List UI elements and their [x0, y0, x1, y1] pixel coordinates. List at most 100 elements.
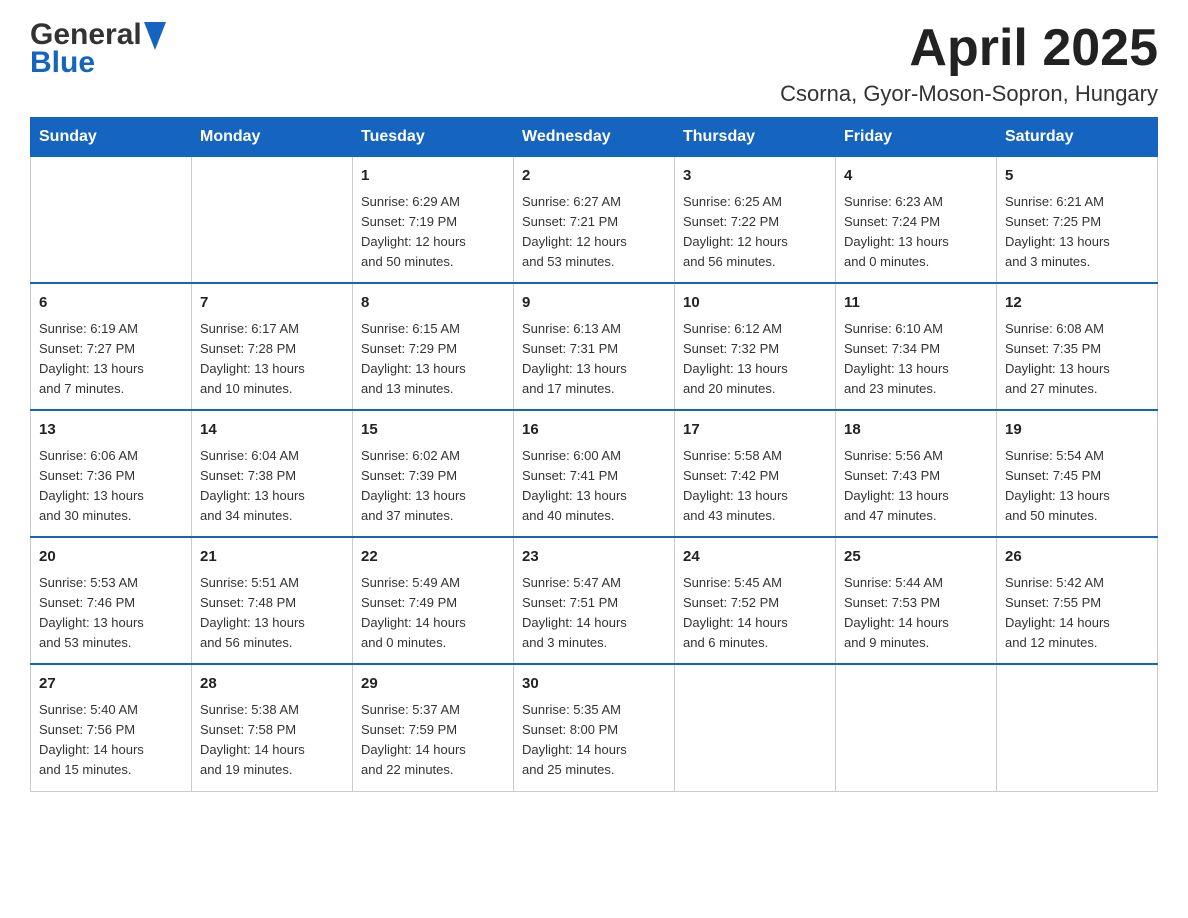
- calendar-cell: 30 Sunrise: 5:35 AM Sunset: 8:00 PM Dayli…: [514, 664, 675, 791]
- day-number: 13: [39, 419, 183, 442]
- day-number: 25: [844, 546, 988, 569]
- calendar-cell: [192, 157, 353, 284]
- calendar-cell: 18 Sunrise: 5:56 AM Sunset: 7:43 PM Dayli…: [836, 410, 997, 537]
- calendar-header-monday: Monday: [192, 118, 353, 157]
- calendar-cell: 22 Sunrise: 5:49 AM Sunset: 7:49 PM Dayli…: [353, 537, 514, 664]
- calendar-cell: 13 Sunrise: 6:06 AM Sunset: 7:36 PM Dayli…: [31, 410, 192, 537]
- day-number: 1: [361, 165, 505, 188]
- calendar-cell: 10 Sunrise: 6:12 AM Sunset: 7:32 PM Dayli…: [675, 283, 836, 410]
- calendar-cell: [31, 157, 192, 284]
- calendar-week-row: 13 Sunrise: 6:06 AM Sunset: 7:36 PM Dayli…: [31, 410, 1158, 537]
- day-info: Sunrise: 6:17 AM Sunset: 7:28 PM Dayligh…: [200, 319, 344, 400]
- day-number: 18: [844, 419, 988, 442]
- day-number: 21: [200, 546, 344, 569]
- calendar-cell: 1 Sunrise: 6:29 AM Sunset: 7:19 PM Daylig…: [353, 157, 514, 284]
- calendar-cell: 29 Sunrise: 5:37 AM Sunset: 7:59 PM Dayli…: [353, 664, 514, 791]
- day-number: 8: [361, 292, 505, 315]
- day-info: Sunrise: 5:56 AM Sunset: 7:43 PM Dayligh…: [844, 446, 988, 527]
- day-number: 9: [522, 292, 666, 315]
- page-title: April 2025: [780, 20, 1158, 77]
- day-number: 30: [522, 673, 666, 696]
- calendar-cell: 16 Sunrise: 6:00 AM Sunset: 7:41 PM Dayli…: [514, 410, 675, 537]
- day-number: 29: [361, 673, 505, 696]
- day-number: 24: [683, 546, 827, 569]
- day-info: Sunrise: 6:27 AM Sunset: 7:21 PM Dayligh…: [522, 192, 666, 273]
- day-number: 14: [200, 419, 344, 442]
- calendar-cell: 5 Sunrise: 6:21 AM Sunset: 7:25 PM Daylig…: [997, 157, 1158, 284]
- day-info: Sunrise: 5:58 AM Sunset: 7:42 PM Dayligh…: [683, 446, 827, 527]
- day-number: 17: [683, 419, 827, 442]
- day-number: 5: [1005, 165, 1149, 188]
- calendar-cell: [997, 664, 1158, 791]
- calendar-week-row: 1 Sunrise: 6:29 AM Sunset: 7:19 PM Daylig…: [31, 157, 1158, 284]
- calendar-cell: 20Sunrise: 5:53 AM Sunset: 7:46 PM Dayli…: [31, 537, 192, 664]
- day-number: 19: [1005, 419, 1149, 442]
- calendar-cell: [675, 664, 836, 791]
- day-number: 22: [361, 546, 505, 569]
- calendar-cell: [836, 664, 997, 791]
- calendar-cell: 15Sunrise: 6:02 AM Sunset: 7:39 PM Dayli…: [353, 410, 514, 537]
- day-info: Sunrise: 6:25 AM Sunset: 7:22 PM Dayligh…: [683, 192, 827, 273]
- day-number: 16: [522, 419, 666, 442]
- day-number: 12: [1005, 292, 1149, 315]
- calendar-header-wednesday: Wednesday: [514, 118, 675, 157]
- day-info: Sunrise: 6:00 AM Sunset: 7:41 PM Dayligh…: [522, 446, 666, 527]
- title-block: April 2025 Csorna, Gyor-Moson-Sopron, Hu…: [780, 20, 1158, 107]
- day-number: 11: [844, 292, 988, 315]
- day-number: 26: [1005, 546, 1149, 569]
- calendar-table: SundayMondayTuesdayWednesdayThursdayFrid…: [30, 117, 1158, 791]
- calendar-header-saturday: Saturday: [997, 118, 1158, 157]
- calendar-cell: 3 Sunrise: 6:25 AM Sunset: 7:22 PM Daylig…: [675, 157, 836, 284]
- day-number: 15: [361, 419, 505, 442]
- day-info: Sunrise: 6:12 AM Sunset: 7:32 PM Dayligh…: [683, 319, 827, 400]
- day-info: Sunrise: 5:51 AM Sunset: 7:48 PM Dayligh…: [200, 573, 344, 654]
- day-info: Sunrise: 6:15 AM Sunset: 7:29 PM Dayligh…: [361, 319, 505, 400]
- calendar-week-row: 6 Sunrise: 6:19 AM Sunset: 7:27 PM Daylig…: [31, 283, 1158, 410]
- calendar-header-row: SundayMondayTuesdayWednesdayThursdayFrid…: [31, 118, 1158, 157]
- day-info: Sunrise: 6:10 AM Sunset: 7:34 PM Dayligh…: [844, 319, 988, 400]
- calendar-cell: 7 Sunrise: 6:17 AM Sunset: 7:28 PM Daylig…: [192, 283, 353, 410]
- day-info: Sunrise: 6:21 AM Sunset: 7:25 PM Dayligh…: [1005, 192, 1149, 273]
- day-info: Sunrise: 5:35 AM Sunset: 8:00 PM Dayligh…: [522, 700, 666, 781]
- calendar-cell: 25 Sunrise: 5:44 AM Sunset: 7:53 PM Dayli…: [836, 537, 997, 664]
- day-number: 28: [200, 673, 344, 696]
- day-info: Sunrise: 6:06 AM Sunset: 7:36 PM Dayligh…: [39, 446, 183, 527]
- calendar-cell: 28 Sunrise: 5:38 AM Sunset: 7:58 PM Dayli…: [192, 664, 353, 791]
- calendar-week-row: 27 Sunrise: 5:40 AM Sunset: 7:56 PM Dayli…: [31, 664, 1158, 791]
- day-info: Sunrise: 5:40 AM Sunset: 7:56 PM Dayligh…: [39, 700, 183, 781]
- day-info: Sunrise: 5:37 AM Sunset: 7:59 PM Dayligh…: [361, 700, 505, 781]
- day-info: Sunrise: 5:42 AM Sunset: 7:55 PM Dayligh…: [1005, 573, 1149, 654]
- logo-triangle-icon: [144, 22, 166, 50]
- calendar-cell: 14Sunrise: 6:04 AM Sunset: 7:38 PM Dayli…: [192, 410, 353, 537]
- day-number: 23: [522, 546, 666, 569]
- day-number: 3: [683, 165, 827, 188]
- day-info: Sunrise: 5:49 AM Sunset: 7:49 PM Dayligh…: [361, 573, 505, 654]
- calendar-cell: 24Sunrise: 5:45 AM Sunset: 7:52 PM Dayli…: [675, 537, 836, 664]
- calendar-cell: 23 Sunrise: 5:47 AM Sunset: 7:51 PM Dayli…: [514, 537, 675, 664]
- day-number: 27: [39, 673, 183, 696]
- day-number: 10: [683, 292, 827, 315]
- day-info: Sunrise: 5:38 AM Sunset: 7:58 PM Dayligh…: [200, 700, 344, 781]
- day-number: 4: [844, 165, 988, 188]
- calendar-cell: 12 Sunrise: 6:08 AM Sunset: 7:35 PM Dayli…: [997, 283, 1158, 410]
- calendar-cell: 8 Sunrise: 6:15 AM Sunset: 7:29 PM Daylig…: [353, 283, 514, 410]
- calendar-header-tuesday: Tuesday: [353, 118, 514, 157]
- calendar-cell: 4Sunrise: 6:23 AM Sunset: 7:24 PM Daylig…: [836, 157, 997, 284]
- day-number: 6: [39, 292, 183, 315]
- day-info: Sunrise: 5:47 AM Sunset: 7:51 PM Dayligh…: [522, 573, 666, 654]
- logo-blue-text: Blue: [30, 48, 95, 78]
- day-info: Sunrise: 6:08 AM Sunset: 7:35 PM Dayligh…: [1005, 319, 1149, 400]
- page-subtitle: Csorna, Gyor-Moson-Sopron, Hungary: [780, 81, 1158, 107]
- day-info: Sunrise: 6:13 AM Sunset: 7:31 PM Dayligh…: [522, 319, 666, 400]
- calendar-header-thursday: Thursday: [675, 118, 836, 157]
- day-info: Sunrise: 5:44 AM Sunset: 7:53 PM Dayligh…: [844, 573, 988, 654]
- calendar-cell: 26 Sunrise: 5:42 AM Sunset: 7:55 PM Dayli…: [997, 537, 1158, 664]
- day-number: 7: [200, 292, 344, 315]
- calendar-cell: 9 Sunrise: 6:13 AM Sunset: 7:31 PM Daylig…: [514, 283, 675, 410]
- day-info: Sunrise: 6:29 AM Sunset: 7:19 PM Dayligh…: [361, 192, 505, 273]
- calendar-cell: 2Sunrise: 6:27 AM Sunset: 7:21 PM Daylig…: [514, 157, 675, 284]
- day-number: 20: [39, 546, 183, 569]
- day-info: Sunrise: 5:54 AM Sunset: 7:45 PM Dayligh…: [1005, 446, 1149, 527]
- calendar-week-row: 20Sunrise: 5:53 AM Sunset: 7:46 PM Dayli…: [31, 537, 1158, 664]
- day-info: Sunrise: 6:19 AM Sunset: 7:27 PM Dayligh…: [39, 319, 183, 400]
